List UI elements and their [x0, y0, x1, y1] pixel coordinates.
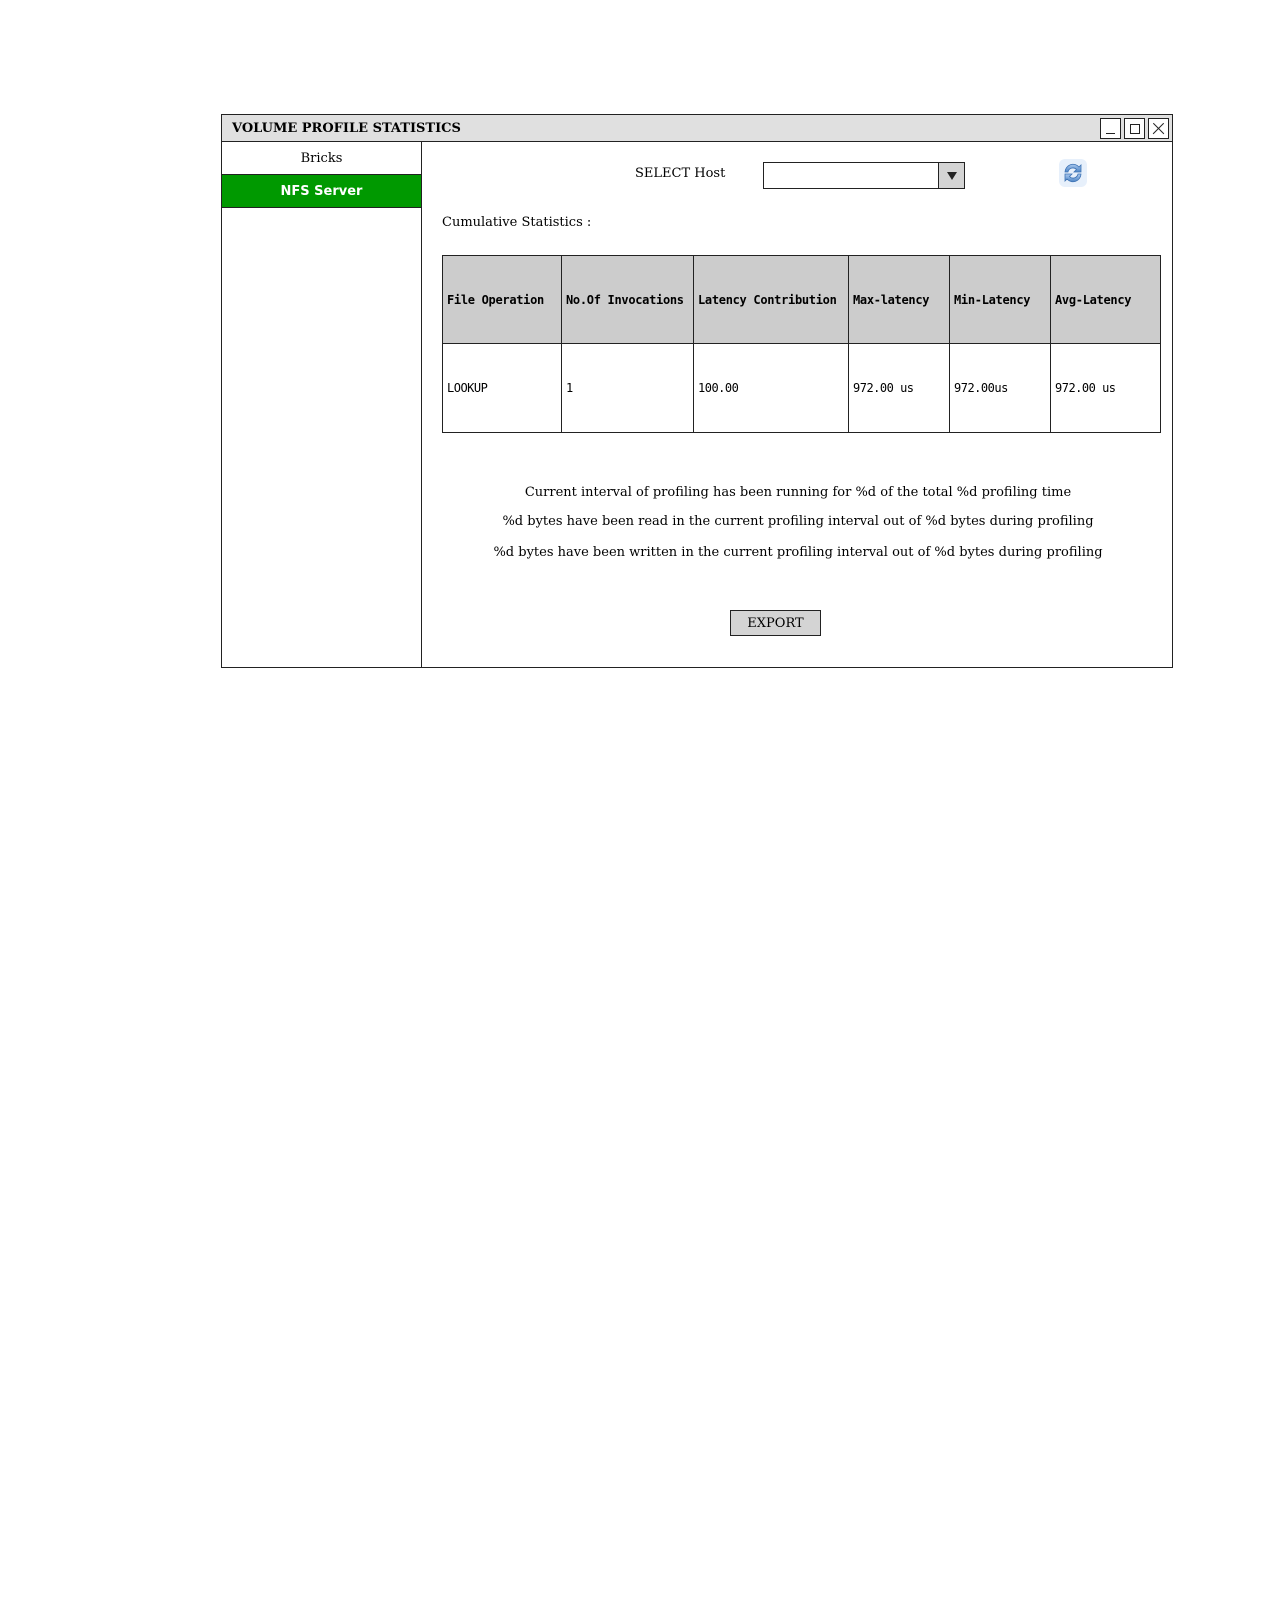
host-select-label: SELECT Host	[635, 166, 726, 181]
chevron-down-icon[interactable]	[938, 163, 964, 188]
refresh-icon[interactable]	[1058, 158, 1088, 188]
close-icon[interactable]	[1148, 118, 1169, 139]
maximize-icon[interactable]	[1124, 118, 1145, 139]
table-row[interactable]: LOOKUP 1 100.00 972.00 us 972.00us 972.0…	[442, 343, 1161, 433]
table-cell: LOOKUP	[442, 343, 562, 433]
column-header: File Operation	[442, 255, 562, 344]
volume-profile-window: VOLUME PROFILE STATISTICS Bricks NFS Ser…	[221, 114, 1173, 668]
column-header: Min-Latency	[949, 255, 1051, 344]
column-header: Latency Contribution	[693, 255, 849, 344]
table-cell: 100.00	[693, 343, 849, 433]
statistics-table: File Operation No.Of Invocations Latency…	[442, 255, 1161, 433]
sidebar-item-label: NFS Server	[280, 183, 363, 199]
table-header-row: File Operation No.Of Invocations Latency…	[442, 255, 1161, 344]
host-select-dropdown[interactable]	[763, 162, 965, 189]
column-header: Avg-Latency	[1050, 255, 1161, 344]
title-bar: VOLUME PROFILE STATISTICS	[222, 115, 1172, 142]
minimize-icon[interactable]	[1100, 118, 1121, 139]
sidebar-item-bricks[interactable]: Bricks	[222, 142, 421, 175]
table-cell: 972.00 us	[1050, 343, 1161, 433]
table-cell: 1	[561, 343, 694, 433]
main-content: SELECT Host Cumulative Statistics : File…	[422, 142, 1172, 667]
bytes-written-info: %d bytes have been written in the curren…	[493, 545, 1103, 560]
export-button[interactable]: EXPORT	[730, 610, 821, 636]
table-cell: 972.00us	[949, 343, 1051, 433]
column-header: No.Of Invocations	[561, 255, 694, 344]
sidebar-item-label: Bricks	[300, 150, 343, 166]
column-header: Max-latency	[848, 255, 950, 344]
profiling-time-info: Current interval of profiling has been r…	[524, 485, 1072, 500]
window-title: VOLUME PROFILE STATISTICS	[232, 121, 461, 136]
table-cell: 972.00 us	[848, 343, 950, 433]
cumulative-statistics-label: Cumulative Statistics :	[442, 215, 592, 230]
bytes-read-info: %d bytes have been read in the current p…	[502, 514, 1094, 529]
sidebar: Bricks NFS Server	[222, 142, 422, 667]
sidebar-item-nfs-server[interactable]: NFS Server	[222, 175, 421, 208]
